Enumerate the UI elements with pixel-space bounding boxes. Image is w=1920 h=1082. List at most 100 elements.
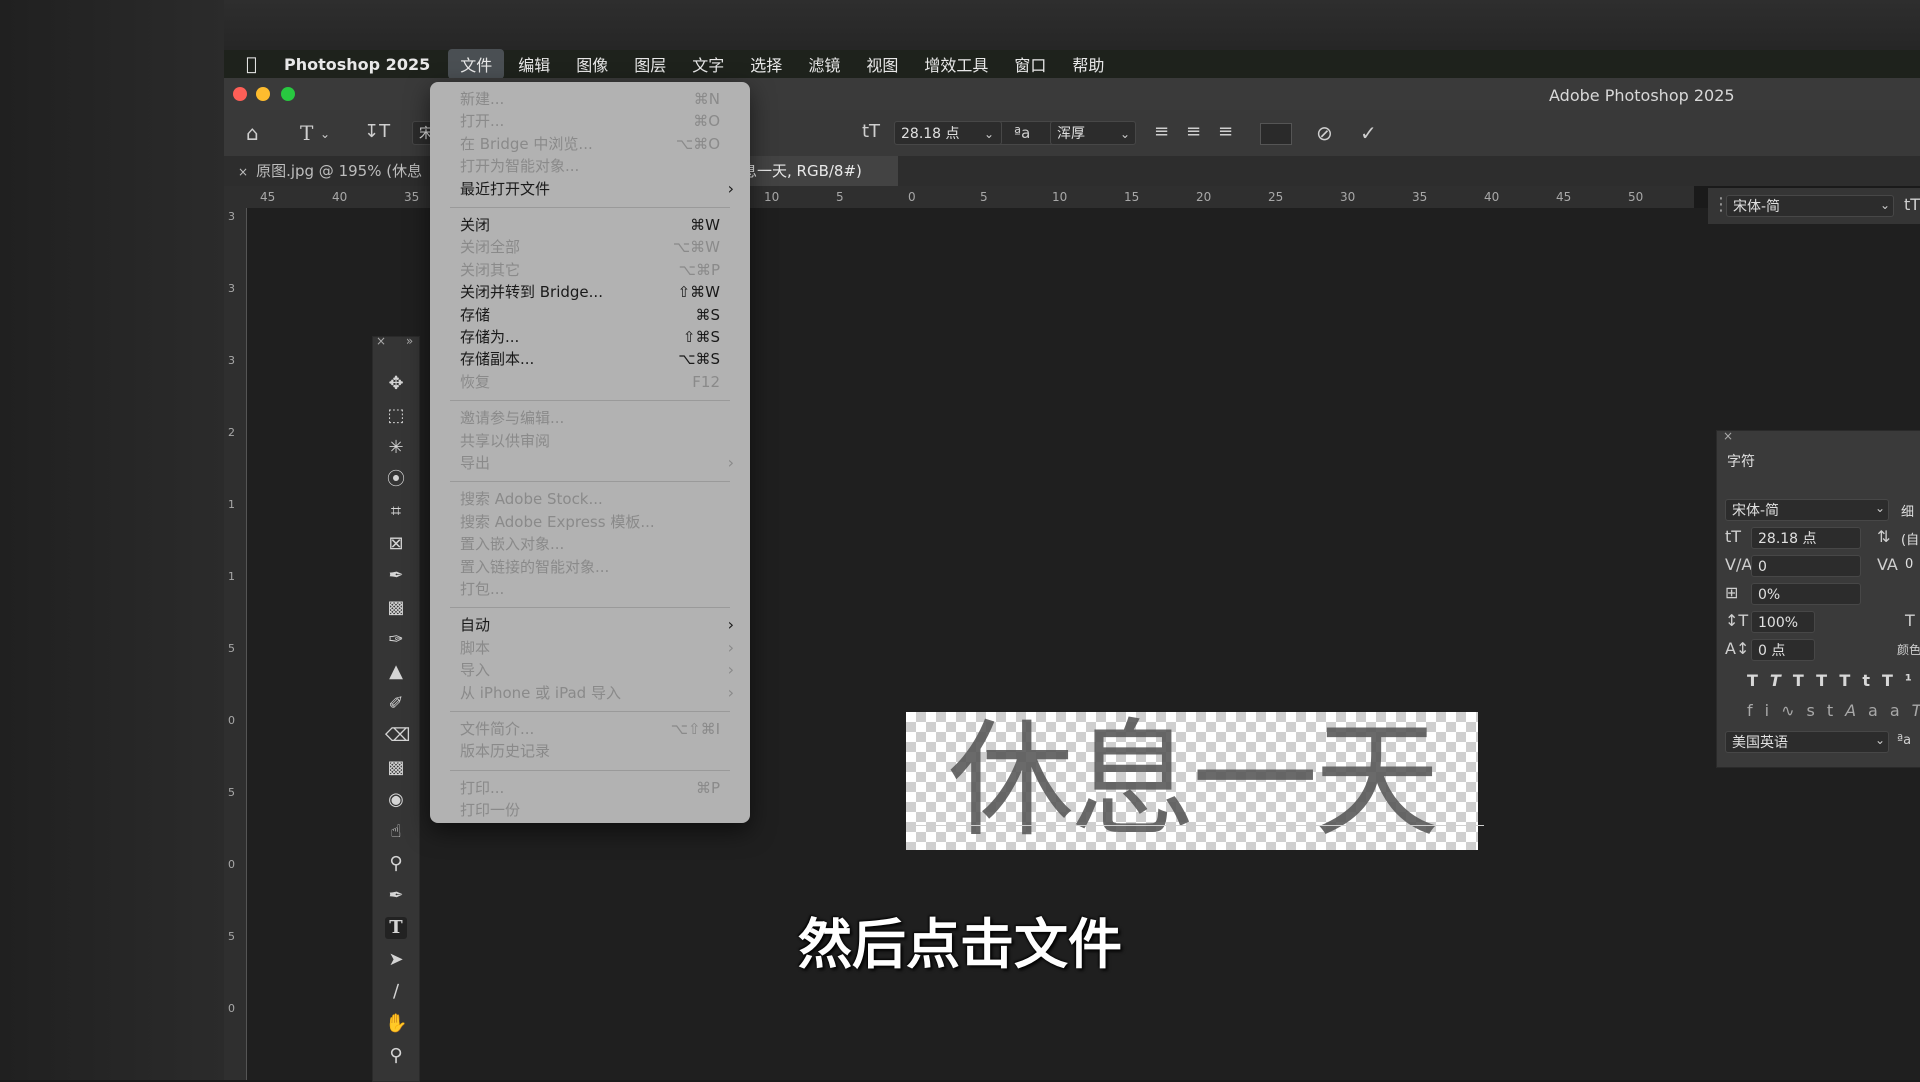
object-selection-tool-icon[interactable]: ✳: [385, 437, 407, 459]
path-selection-tool-icon[interactable]: ➤: [385, 949, 407, 971]
tab-document-2[interactable]: 息一天, RGB/8#): [728, 156, 898, 186]
eyedropper-tool-icon[interactable]: ✒: [385, 565, 407, 587]
type-tool-icon[interactable]: T: [300, 121, 313, 145]
close-icon[interactable]: ×: [1723, 429, 1733, 443]
font-size-icon[interactable]: tT: [1904, 195, 1920, 214]
menu-file[interactable]: 文件: [448, 49, 505, 79]
language-select[interactable]: 美国英语: [1725, 731, 1889, 753]
toggle-text-orientation-icon[interactable]: ↧T: [364, 121, 390, 142]
menu-image[interactable]: 图像: [564, 49, 620, 79]
lasso-tool-icon[interactable]: ⦿: [385, 469, 407, 491]
font-family-field[interactable]: 宋体-简: [1725, 499, 1889, 521]
eraser-tool-icon[interactable]: ⌫: [385, 725, 410, 747]
tracking-field[interactable]: 0: [1905, 557, 1913, 572]
file-menu-item[interactable]: 关闭 ⌘W: [430, 214, 750, 236]
file-menu-item[interactable]: 存储副本... ⌥⌘S: [430, 348, 750, 370]
file-menu-item: 脚本 ›: [430, 637, 750, 659]
expand-icon[interactable]: »: [406, 334, 413, 348]
menu-edit[interactable]: 编辑: [506, 49, 562, 79]
align-center-icon[interactable]: ≡: [1186, 121, 1201, 142]
file-menu-item[interactable]: 最近打开文件 ›: [430, 178, 750, 200]
ruler-tick: 5: [228, 642, 235, 655]
minimize-window-button[interactable]: [256, 87, 270, 101]
crop-tool-icon[interactable]: ⌗: [385, 501, 407, 523]
color-label[interactable]: 颜色: [1897, 641, 1920, 658]
menu-separator: [450, 607, 730, 609]
stamp-tool-icon[interactable]: ▲: [385, 661, 407, 683]
menu-separator: [450, 711, 730, 712]
menu-layer[interactable]: 图层: [622, 49, 678, 79]
file-menu-item[interactable]: 关闭并转到 Bridge... ⇧⌘W: [430, 281, 750, 303]
cancel-icon[interactable]: ⊘: [1316, 121, 1333, 145]
canvas-text-layer[interactable]: 休息一天: [906, 714, 1478, 848]
tab-document-1[interactable]: ×原图.jpg @ 195% (休息一: [224, 156, 442, 211]
menu-item-shortcut: F12: [692, 372, 720, 391]
history-brush-tool-icon[interactable]: ✐: [385, 693, 407, 715]
menu-select[interactable]: 选择: [738, 49, 794, 79]
kerning-field[interactable]: 0: [1751, 555, 1861, 577]
menu-window[interactable]: 窗口: [1002, 49, 1058, 79]
chevron-down-icon[interactable]: ⌄: [320, 127, 330, 141]
apple-icon[interactable]: : [246, 54, 274, 75]
type-tool-icon[interactable]: T: [385, 917, 407, 939]
file-menu-item: 打包...: [430, 578, 750, 600]
font-family-field[interactable]: 宋体-简: [1726, 195, 1894, 217]
dodge-tool-icon[interactable]: ⚲: [385, 853, 407, 875]
leading-field[interactable]: (自: [1901, 529, 1919, 548]
file-menu-item: 打印一份: [430, 799, 750, 821]
frame-tool-icon[interactable]: ⊠: [385, 533, 407, 555]
file-menu-item[interactable]: 存储 ⌘S: [430, 304, 750, 326]
file-menu-item[interactable]: 自动 ›: [430, 614, 750, 636]
zoom-tool-icon[interactable]: ⚲: [385, 1045, 407, 1067]
menu-view[interactable]: 视图: [854, 49, 910, 79]
line-tool-icon[interactable]: ∕: [385, 981, 407, 1003]
app-name-menu[interactable]: Photoshop 2025: [284, 55, 430, 74]
menu-type[interactable]: 文字: [680, 49, 736, 79]
smudge-tool-icon[interactable]: ☝: [385, 821, 407, 843]
font-style-field[interactable]: 细: [1901, 501, 1914, 520]
ruler-tick: 10: [1052, 190, 1068, 204]
file-menu-item[interactable]: 存储为... ⇧⌘S: [430, 326, 750, 348]
home-icon[interactable]: ⌂: [246, 121, 259, 145]
text-color-swatch[interactable]: [1260, 123, 1292, 145]
ruler-tick: 1: [228, 498, 235, 511]
close-icon[interactable]: ×: [238, 165, 248, 179]
ruler-tick: 3: [228, 210, 235, 223]
brush-tool-icon[interactable]: ✑: [385, 629, 407, 651]
zoom-window-button[interactable]: [281, 87, 295, 101]
opentype-buttons[interactable]: fi∿stAaaT: [1747, 701, 1920, 720]
baseline-shift-field[interactable]: 0 点: [1751, 639, 1815, 661]
ruler-tick: 1: [228, 570, 235, 583]
vertical-scale-field[interactable]: 100%: [1751, 611, 1815, 633]
hand-tool-icon[interactable]: ✋: [385, 1013, 407, 1035]
menu-filter[interactable]: 滤镜: [796, 49, 852, 79]
close-window-button[interactable]: [233, 87, 247, 101]
pen-tool-icon[interactable]: ✒: [385, 885, 407, 907]
blur-tool-icon[interactable]: ◉: [385, 789, 407, 811]
gradient-tool-icon[interactable]: ▩: [385, 757, 407, 779]
marquee-tool-icon[interactable]: ⬚: [385, 405, 407, 427]
window-title: Adobe Photoshop 2025: [1549, 86, 1735, 105]
document-canvas[interactable]: 休息一天: [906, 712, 1478, 850]
menu-item-label: 导出: [460, 454, 491, 472]
font-style-buttons[interactable]: TTTTTtT¹T₁: [1747, 671, 1920, 690]
font-size-field[interactable]: 28.18 点: [1751, 527, 1861, 549]
close-icon[interactable]: ×: [376, 334, 386, 348]
menu-item-shortcut: ⌥⌘P: [678, 260, 720, 279]
menu-item-label: 打包...: [460, 580, 505, 598]
align-left-icon[interactable]: ≡: [1154, 121, 1169, 142]
panel-title[interactable]: 字符: [1727, 451, 1755, 471]
commit-check-icon[interactable]: ✓: [1360, 121, 1377, 145]
desktop-top-background: [224, 0, 1920, 50]
healing-brush-tool-icon[interactable]: ▩: [385, 597, 407, 619]
tsume-field[interactable]: 0%: [1751, 583, 1861, 605]
align-right-icon[interactable]: ≡: [1218, 121, 1233, 142]
move-tool-icon[interactable]: ✥: [385, 373, 407, 395]
menu-item-label: 关闭: [460, 216, 491, 234]
menu-item-label: 存储: [460, 305, 491, 324]
menu-plugins[interactable]: 增效工具: [912, 49, 1000, 79]
menu-item-shortcut: ⌘S: [695, 305, 720, 324]
menu-help[interactable]: 帮助: [1060, 49, 1116, 79]
ruler-tick: 40: [332, 190, 348, 204]
menu-item-label: 打开为智能对象...: [460, 157, 580, 176]
